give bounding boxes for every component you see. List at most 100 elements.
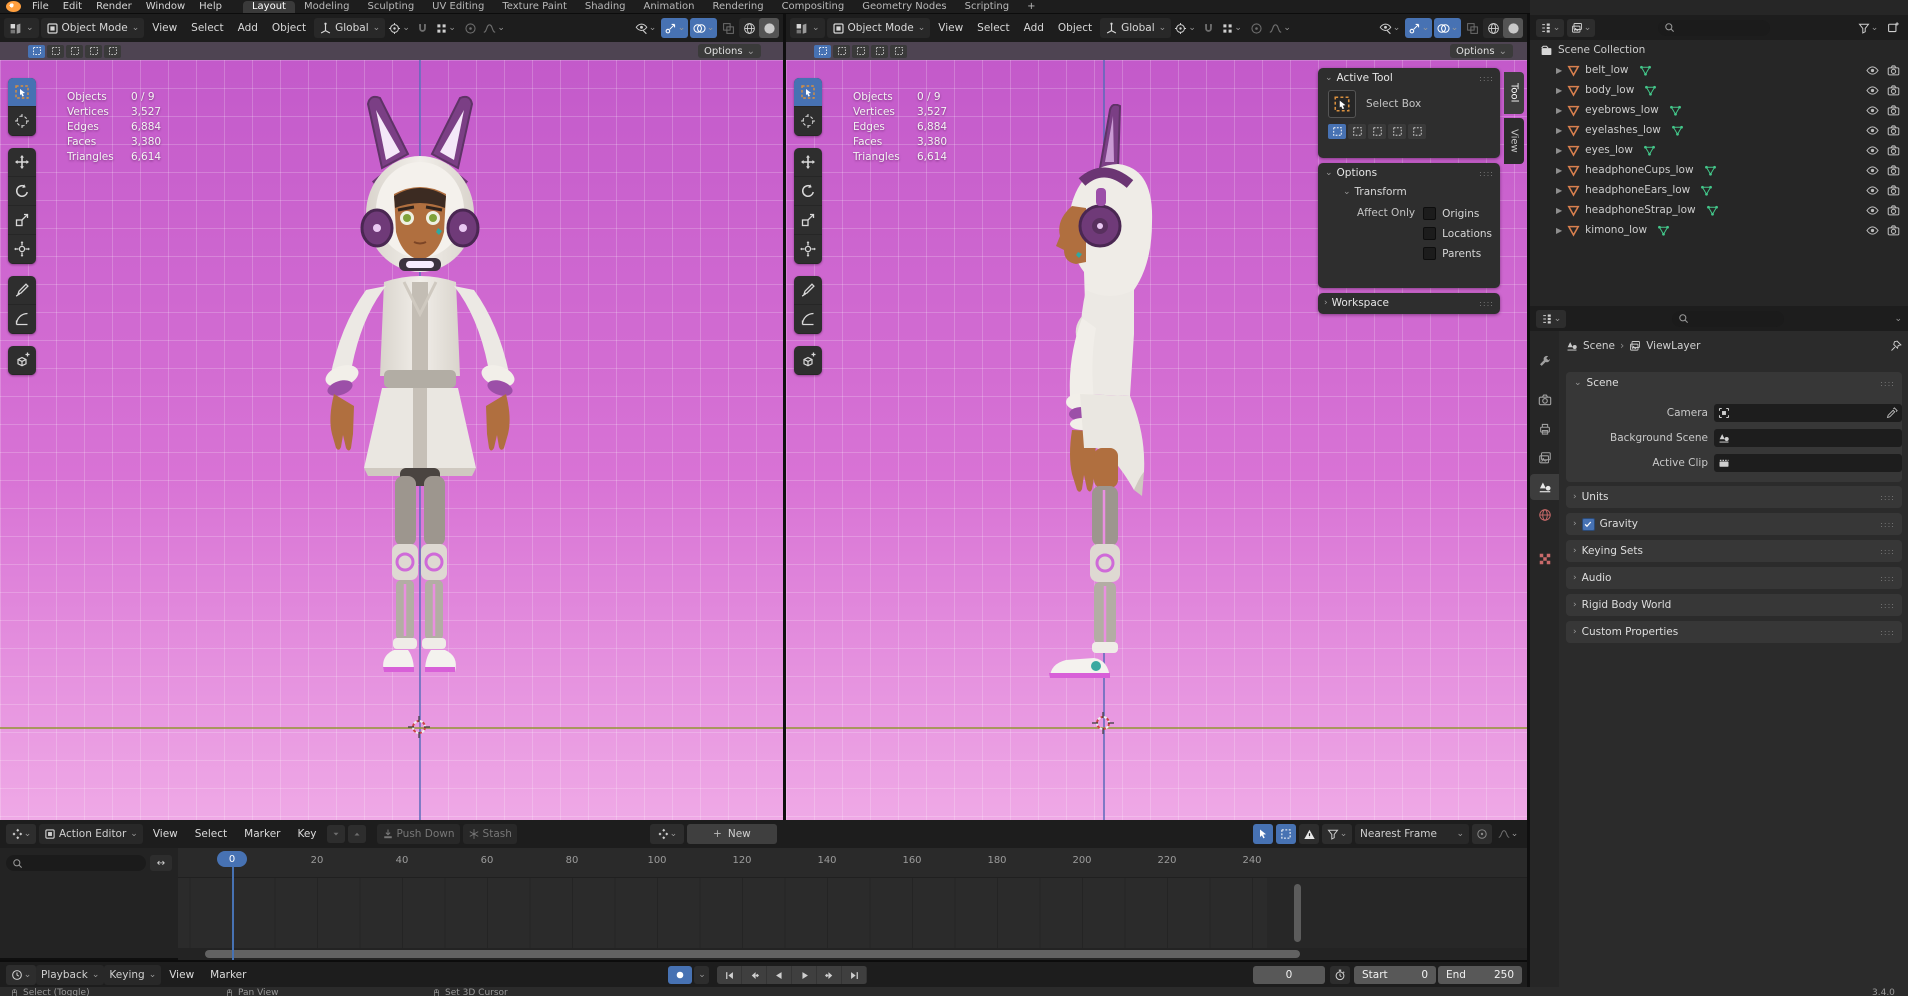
dope-sheet-menu-marker[interactable]: Marker (237, 828, 287, 840)
outliner-row-headphoneStrap_low[interactable]: ▶ headphoneStrap_low (1530, 200, 1908, 220)
workspace-tab-shading[interactable]: Shading (576, 1, 635, 13)
viewport-side-canvas[interactable]: Objects0 / 9Vertices3,527Edges6,884Faces… (786, 60, 1527, 820)
locations-checkbox[interactable] (1423, 227, 1436, 240)
disclosure-icon[interactable]: ▶ (1556, 186, 1562, 195)
transform-tool-button[interactable] (794, 235, 822, 264)
disclosure-icon[interactable]: ▶ (1556, 226, 1562, 235)
box-select-button[interactable] (1276, 824, 1296, 844)
panel-grip[interactable]: :::: (1880, 628, 1895, 637)
camera-icon[interactable] (1887, 184, 1900, 197)
proportional-edit-toggle[interactable] (1247, 18, 1265, 38)
filter-type-dropdown[interactable]: ⌄ (1567, 19, 1595, 37)
workspace-tab-animation[interactable]: Animation (635, 1, 704, 13)
outliner-row-belt_low[interactable]: ▶ belt_low (1530, 60, 1908, 80)
topbar-menu-edit[interactable]: Edit (56, 1, 89, 13)
blender-logo-icon[interactable] (6, 1, 21, 12)
solid-shading-button[interactable] (1503, 18, 1523, 38)
only-show-errors-button[interactable] (1299, 824, 1319, 844)
outliner-row-headphoneEars_low[interactable]: ▶ headphoneEars_low (1530, 180, 1908, 200)
add-cube-tool-button[interactable] (8, 346, 36, 375)
panel-header[interactable]: › Units:::: (1566, 486, 1902, 508)
tweak-tool-button[interactable] (1253, 824, 1273, 844)
disclosure-icon[interactable]: ▶ (1556, 146, 1562, 155)
new-action-button[interactable]: +New (687, 824, 777, 844)
cursor-tool-button[interactable] (8, 107, 36, 136)
proportional-edit-toggle[interactable] (461, 18, 479, 38)
viewport-front-canvas[interactable]: Objects0 / 9Vertices3,527Edges6,884Faces… (0, 60, 783, 820)
disclosure-icon[interactable]: ▶ (1556, 126, 1562, 135)
panel-header[interactable]: › Rigid Body World:::: (1566, 594, 1902, 616)
eye-icon[interactable] (1866, 144, 1879, 157)
properties-tab-scene[interactable] (1530, 474, 1559, 500)
parents-checkbox[interactable] (1423, 247, 1436, 260)
add-cube-tool-button[interactable] (794, 346, 822, 375)
outliner-row-eyebrows_low[interactable]: ▶ eyebrows_low (1530, 100, 1908, 120)
camera-icon[interactable] (1887, 164, 1900, 177)
workspace-panel-header[interactable]: ›Workspace:::: (1318, 293, 1500, 313)
options-button[interactable]: Options⌄ (1450, 44, 1513, 58)
panel-grip[interactable]: :::: (1479, 74, 1494, 83)
select-intersect-button[interactable] (1408, 124, 1426, 139)
outliner-row-headphoneCups_low[interactable]: ▶ headphoneCups_low (1530, 160, 1908, 180)
xray-toggle[interactable] (719, 18, 737, 38)
eye-icon[interactable] (1866, 84, 1879, 97)
workspace-tab-modeling[interactable]: Modeling (295, 1, 359, 13)
select-invert-button[interactable] (871, 45, 888, 58)
select-extend-button[interactable] (47, 45, 64, 58)
properties-tab-tool[interactable] (1530, 349, 1559, 375)
proportional-edit-toggle[interactable] (1472, 824, 1492, 844)
select-intersect-button[interactable] (104, 45, 121, 58)
viewport-front[interactable]: ⌄Object Mode⌄ViewSelectAddObjectGlobal⌄⌄… (0, 14, 783, 820)
character-model-side[interactable] (1038, 104, 1168, 682)
eye-icon[interactable] (1866, 224, 1879, 237)
disclosure-icon[interactable]: ▶ (1556, 66, 1562, 75)
select-set-button[interactable] (28, 45, 45, 58)
stash-button[interactable]: Stash (463, 824, 517, 844)
pin-icon[interactable] (1890, 340, 1902, 352)
falloff-dropdown[interactable]: ⌄ (1495, 824, 1521, 844)
cursor-tool-button[interactable] (794, 107, 822, 136)
disclosure-icon[interactable]: ▶ (1556, 106, 1562, 115)
outliner-row-eyes_low[interactable]: ▶ eyes_low (1530, 140, 1908, 160)
viewport-side[interactable]: ⌄Object Mode⌄ViewSelectAddObjectGlobal⌄⌄… (786, 14, 1527, 820)
dope-sheet-menu-view[interactable]: View (146, 828, 185, 840)
select-subtract-button[interactable] (1368, 124, 1386, 139)
character-model-front[interactable] (300, 76, 540, 676)
topbar-menu-window[interactable]: Window (139, 1, 192, 13)
active-clip-field[interactable] (1714, 454, 1902, 472)
panel-grip[interactable]: :::: (1880, 547, 1895, 556)
select-intersect-button[interactable] (890, 45, 907, 58)
gizmo-toggle[interactable]: ⌄ (661, 18, 688, 38)
breadcrumb-viewlayer[interactable]: ViewLayer (1646, 340, 1700, 352)
move-tool-button[interactable] (794, 148, 822, 177)
properties-tab-world[interactable] (1530, 502, 1559, 528)
panel-grip[interactable]: :::: (1880, 379, 1895, 388)
playbar-menu-marker[interactable]: Marker (202, 969, 254, 981)
options-panel-header[interactable]: ⌄Options:::: (1318, 163, 1500, 183)
workspace-tab-uv-editing[interactable]: UV Editing (423, 1, 493, 13)
move-tool-button[interactable] (8, 148, 36, 177)
editor-type-button[interactable]: ⌄ (6, 824, 36, 844)
active-tool-panel-header[interactable]: ⌄Active Tool:::: (1318, 68, 1500, 88)
select-invert-button[interactable] (1388, 124, 1406, 139)
camera-icon[interactable] (1887, 144, 1900, 157)
camera-icon[interactable] (1887, 204, 1900, 217)
panel-grip[interactable]: :::: (1880, 493, 1895, 502)
origins-checkbox[interactable] (1423, 207, 1436, 220)
auto-key-record-button[interactable] (668, 966, 692, 984)
workspace-tab-rendering[interactable]: Rendering (703, 1, 772, 13)
panel-grip[interactable]: :::: (1880, 520, 1895, 529)
select-box-tool-button[interactable] (794, 78, 822, 107)
workspace-tab-compositing[interactable]: Compositing (773, 1, 854, 13)
xray-toggle[interactable] (1463, 18, 1481, 38)
panel-grip[interactable]: :::: (1880, 601, 1895, 610)
select-subtract-button[interactable] (852, 45, 869, 58)
use-preview-range-button[interactable] (1330, 966, 1350, 984)
snap-mode-dropdown[interactable]: Nearest Frame⌄ (1355, 824, 1469, 844)
falloff-dropdown[interactable]: ⌄ (481, 18, 507, 38)
annotate-tool-button[interactable] (794, 276, 822, 305)
outliner-row-body_low[interactable]: ▶ body_low (1530, 80, 1908, 100)
scene-panel-header[interactable]: ⌄Scene:::: (1566, 372, 1902, 394)
mode-dropdown[interactable]: Object Mode⌄ (827, 18, 931, 38)
viewport-menu-view[interactable]: View (146, 22, 183, 34)
